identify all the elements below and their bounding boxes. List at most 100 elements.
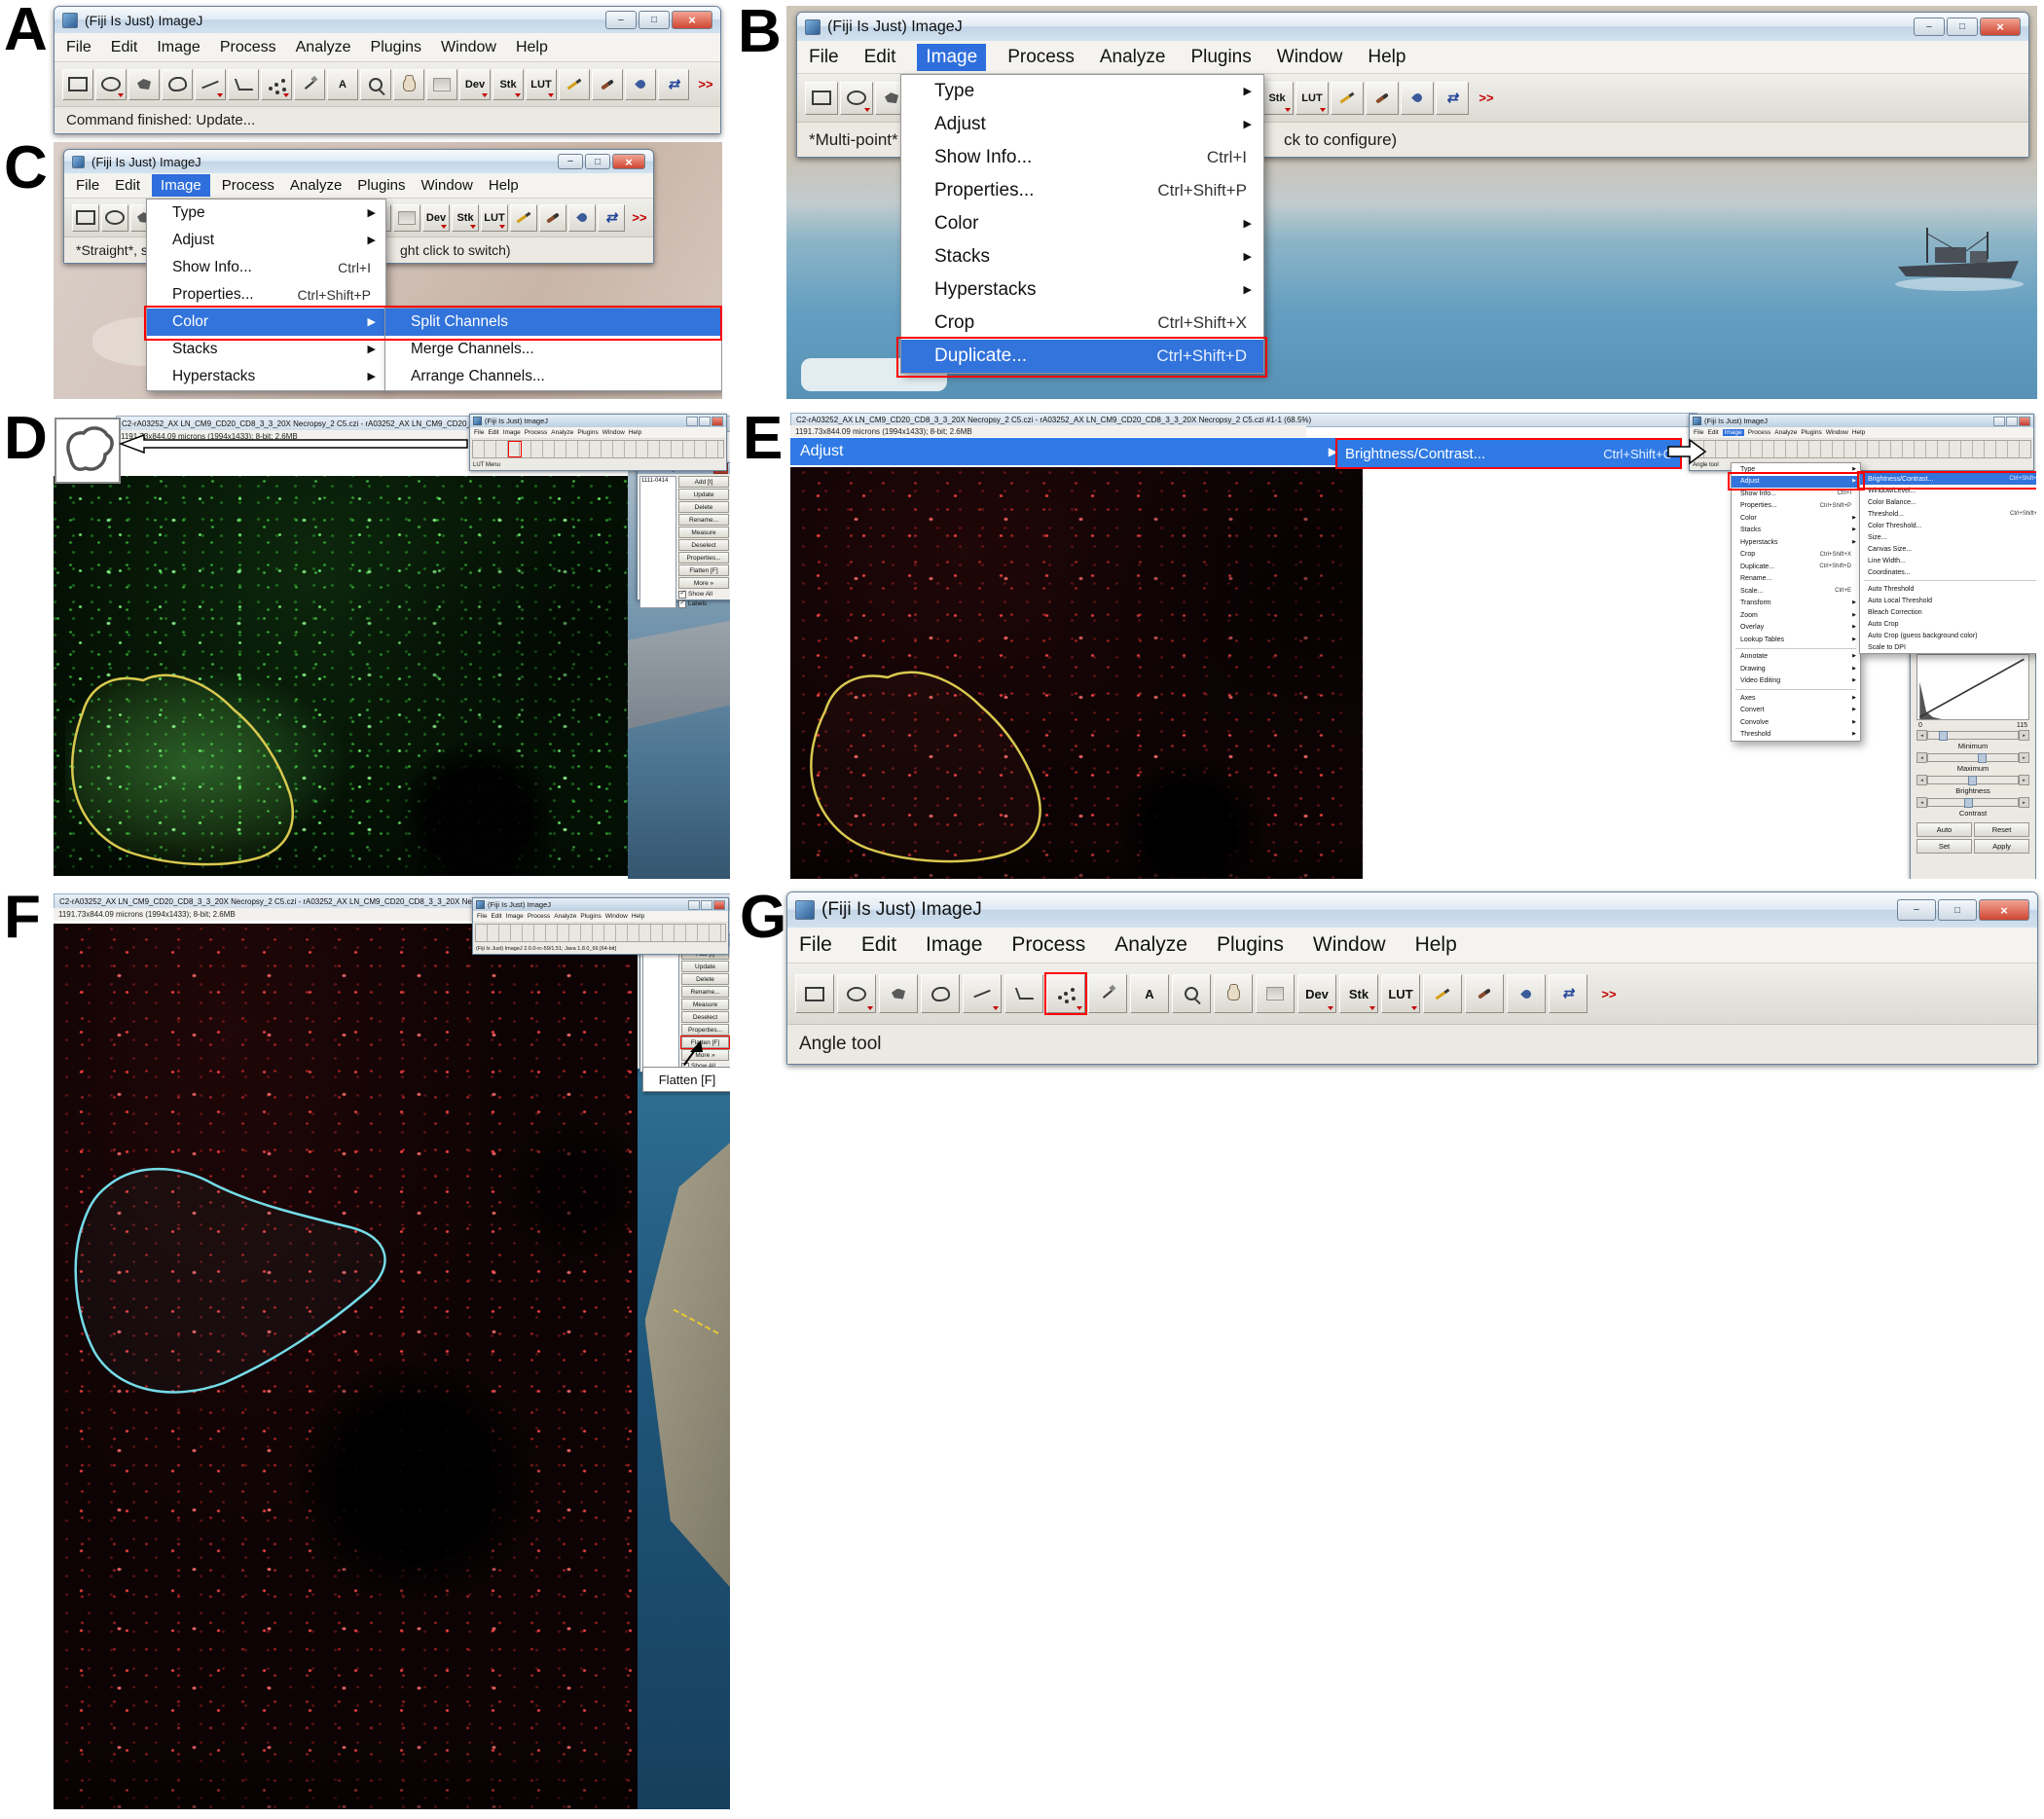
minimum-slider[interactable]: ◂▸ [1916, 731, 2029, 740]
menu-item-hyperstacks[interactable]: Hyperstacks▶ [1732, 536, 1860, 549]
menu-edit[interactable]: Edit [488, 429, 498, 436]
menu-item-bleach-correction[interactable]: Bleach Correction [1860, 606, 2036, 618]
menu-item-show-info[interactable]: Show Info...Ctrl+I [147, 254, 385, 281]
menu-item-window-level[interactable]: Window/Level... [1860, 485, 2036, 496]
title-bar[interactable]: (Fiji Is Just) ImageJ [470, 415, 726, 427]
menu-window[interactable]: Window [602, 429, 625, 436]
minimize-button[interactable] [605, 11, 637, 29]
roi-measure-button[interactable]: Measure [678, 527, 729, 538]
slider-left-arrow-icon[interactable]: ◂ [1916, 775, 1927, 785]
roi-update-button[interactable]: Update [678, 489, 729, 500]
menu-analyze[interactable]: Analyze [1774, 429, 1797, 436]
menu-process[interactable]: Process [222, 177, 274, 194]
maximize-button[interactable] [639, 11, 670, 29]
maximize-button[interactable] [1947, 18, 1978, 36]
menu-window[interactable]: Window [441, 39, 496, 56]
menu-item-convolve[interactable]: Convolve▶ [1732, 716, 1860, 729]
multipoint-tool[interactable] [261, 69, 292, 100]
text-tool[interactable]: A [1130, 974, 1169, 1013]
lut-button[interactable]: LUT [481, 204, 508, 232]
menu-item-properties[interactable]: Properties...Ctrl+Shift+P [147, 281, 385, 309]
slider-right-arrow-icon[interactable]: ▸ [2019, 797, 2029, 808]
maximize-button[interactable] [585, 154, 610, 169]
menu-file[interactable]: File [1694, 429, 1703, 436]
close-button[interactable] [713, 900, 725, 910]
menu-file[interactable]: File [66, 39, 91, 56]
menu-item-axes[interactable]: Axes▶ [1732, 692, 1860, 705]
polygon-tool[interactable] [128, 69, 160, 100]
dev-button[interactable]: Dev [1297, 974, 1336, 1013]
slider-left-arrow-icon[interactable]: ◂ [1916, 797, 1927, 808]
roi-list[interactable]: 1111-0414 [639, 476, 676, 608]
pencil-tool[interactable] [510, 204, 537, 232]
menu-process[interactable]: Process [1007, 47, 1075, 68]
polygon-tool[interactable] [879, 974, 918, 1013]
menu-item-zoom[interactable]: Zoom▶ [1732, 609, 1860, 622]
slider-left-arrow-icon[interactable]: ◂ [1916, 752, 1927, 763]
maximum-slider[interactable]: ◂▸ [1916, 753, 2029, 762]
minimize-button[interactable] [1897, 899, 1936, 921]
menu-help[interactable]: Help [1415, 933, 1457, 957]
menu-process[interactable]: Process [220, 39, 276, 56]
title-bar[interactable]: (Fiji Is Just) ImageJ [55, 7, 720, 33]
flood-fill-tool[interactable] [568, 204, 596, 232]
menu-image[interactable]: Image [152, 174, 210, 197]
minimize-button[interactable] [558, 154, 583, 169]
dev-button[interactable]: Dev [422, 204, 450, 232]
more-tools-button[interactable]: >> [627, 205, 652, 231]
menu-window[interactable]: Window [1277, 47, 1343, 68]
menu-item-video-editing[interactable]: Video Editing▶ [1732, 675, 1860, 688]
stk-button[interactable]: Stk [1339, 974, 1378, 1013]
menu-item-properties[interactable]: Properties...Ctrl+Shift+P [901, 174, 1263, 207]
more-tools-button[interactable]: >> [691, 70, 720, 99]
menu-process[interactable]: Process [1011, 933, 1085, 957]
menu-item-stacks[interactable]: Stacks▶ [901, 240, 1263, 273]
menu-analyze[interactable]: Analyze [554, 913, 576, 920]
menu-item-hyperstacks[interactable]: Hyperstacks▶ [901, 273, 1263, 307]
close-button[interactable] [2019, 417, 2030, 426]
menu-item-convert[interactable]: Convert▶ [1732, 705, 1860, 717]
roi-outline-cyan[interactable] [54, 924, 638, 1809]
oval-tool[interactable] [837, 974, 876, 1013]
menu-help[interactable]: Help [1368, 47, 1405, 68]
menu-item-line-width[interactable]: Line Width... [1860, 555, 2036, 566]
roi-deselect-button[interactable]: Deselect [678, 539, 729, 551]
roi-delete-button[interactable]: Delete [678, 501, 729, 513]
minimize-button[interactable] [1914, 18, 1945, 36]
set-button[interactable]: Set [1916, 839, 1972, 854]
color-picker-tool[interactable] [426, 69, 457, 100]
title-bar[interactable]: (Fiji Is Just) ImageJ [473, 898, 728, 911]
switch-colors-tool[interactable] [598, 204, 625, 232]
paintbrush-tool[interactable] [1366, 82, 1399, 115]
apply-button[interactable]: Apply [1974, 839, 2029, 854]
menu-item-stacks[interactable]: Stacks▶ [1732, 525, 1860, 537]
menu-item-duplicate[interactable]: Duplicate...Ctrl+Shift+D [901, 340, 1263, 373]
roi-measure-button[interactable]: Measure [681, 999, 729, 1010]
slider-right-arrow-icon[interactable]: ▸ [2019, 730, 2029, 741]
menu-item-transform[interactable]: Transform▶ [1732, 598, 1860, 610]
roi-list-item[interactable]: 1111-0414 [641, 478, 668, 484]
menu-window[interactable]: Window [421, 177, 473, 194]
stk-button[interactable]: Stk [452, 204, 479, 232]
menu-analyze[interactable]: Analyze [296, 39, 351, 56]
flood-fill-tool[interactable] [1507, 974, 1546, 1013]
menu-item-stacks[interactable]: Stacks▶ [147, 336, 385, 363]
maximize-button[interactable] [1938, 899, 1977, 921]
menu-window[interactable]: Window [605, 913, 628, 920]
menu-edit[interactable]: Edit [491, 913, 501, 920]
callout-brightness-contrast-item[interactable]: Brightness/Contrast... Ctrl+Shift+C [1335, 438, 1682, 469]
slider-thumb[interactable] [1939, 731, 1948, 741]
slider-track[interactable] [1927, 753, 2019, 762]
mini-toolbar[interactable] [472, 440, 724, 458]
labels-checkbox[interactable]: Labels [678, 600, 729, 608]
menu-item-color-threshold[interactable]: Color Threshold... [1860, 520, 2036, 531]
fluorescence-image-green[interactable] [54, 476, 628, 876]
menu-analyze[interactable]: Analyze [551, 429, 573, 436]
zoom-tool[interactable] [1172, 974, 1211, 1013]
menu-item-auto-local-threshold[interactable]: Auto Local Threshold [1860, 595, 2036, 606]
maximize-button[interactable] [2006, 417, 2018, 426]
slider-right-arrow-icon[interactable]: ▸ [2019, 775, 2029, 785]
menu-process[interactable]: Process [1748, 429, 1770, 436]
roi-delete-button[interactable]: Delete [681, 973, 729, 985]
menu-item-duplicate[interactable]: Duplicate...Ctrl+Shift+D [1732, 561, 1860, 573]
